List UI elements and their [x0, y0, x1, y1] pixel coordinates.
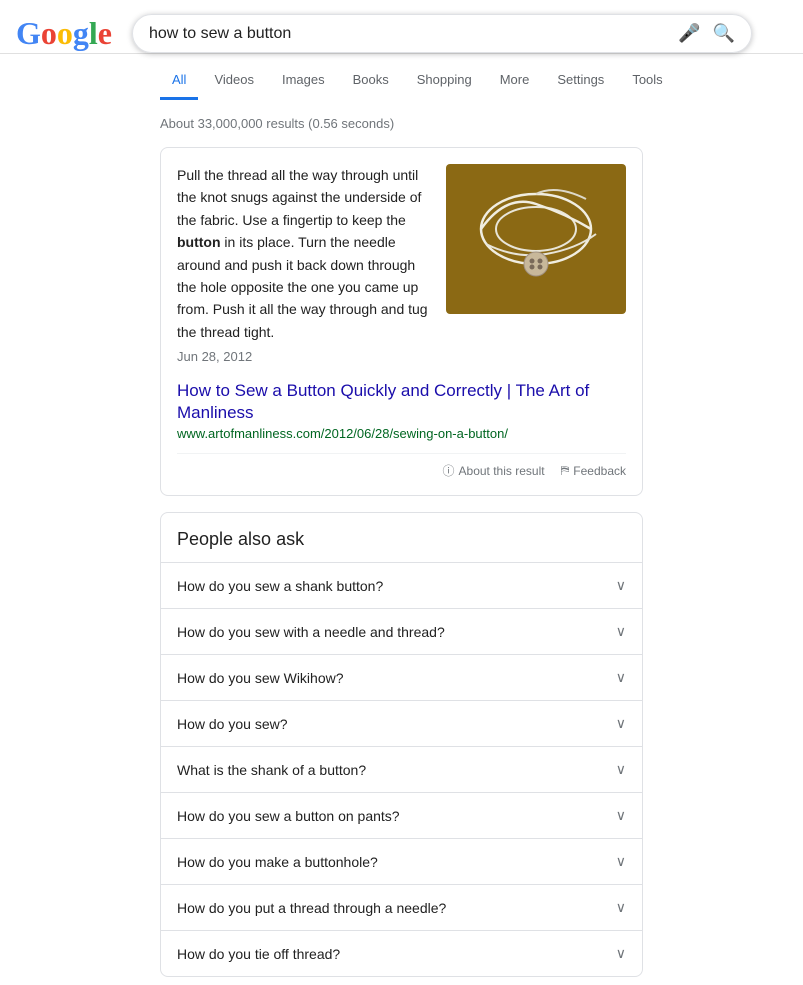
result-url: www.artofmanliness.com/2012/06/28/sewing… — [177, 426, 626, 441]
about-result-text: About this result — [459, 464, 545, 478]
chevron-down-icon-7: ∨ — [616, 899, 626, 916]
paa-item-7[interactable]: How do you put a thread through a needle… — [161, 884, 642, 930]
logo-letter-g2: g — [73, 15, 89, 52]
snippet-text-before: Pull the thread all the way through unti… — [177, 167, 421, 228]
featured-snippet: Pull the thread all the way through unti… — [160, 147, 643, 496]
chevron-down-icon-6: ∨ — [616, 853, 626, 870]
snippet-date: Jun 28, 2012 — [177, 347, 430, 368]
tab-more[interactable]: More — [488, 62, 542, 100]
info-icon: ⓘ — [443, 462, 455, 479]
paa-question-7: How do you put a thread through a needle… — [177, 900, 446, 916]
main-content: About 33,000,000 results (0.56 seconds) … — [0, 100, 803, 977]
chevron-down-icon-1: ∨ — [616, 623, 626, 640]
header: Google how to sew a button 🎤 🔍 — [0, 0, 803, 54]
paa-item-8[interactable]: How do you tie off thread? ∨ — [161, 930, 642, 976]
search-bar[interactable]: how to sew a button 🎤 🔍 — [132, 14, 752, 53]
result-title-link[interactable]: How to Sew a Button Quickly and Correctl… — [177, 381, 589, 422]
tab-shopping[interactable]: Shopping — [405, 62, 484, 100]
logo-letter-o2: o — [57, 15, 73, 52]
chevron-down-icon-0: ∨ — [616, 577, 626, 594]
paa-item-6[interactable]: How do you make a buttonhole? ∨ — [161, 838, 642, 884]
paa-question-6: How do you make a buttonhole? — [177, 854, 378, 870]
chevron-down-icon-4: ∨ — [616, 761, 626, 778]
chevron-down-icon-8: ∨ — [616, 945, 626, 962]
chevron-down-icon-3: ∨ — [616, 715, 626, 732]
paa-question-2: How do you sew Wikihow? — [177, 670, 344, 686]
feedback-button[interactable]: ⛿ Feedback — [561, 463, 626, 478]
about-result-button[interactable]: ⓘ About this result — [443, 462, 545, 479]
feedback-icon: ⛿ — [561, 463, 570, 478]
people-also-ask-box: People also ask How do you sew a shank b… — [160, 512, 643, 977]
logo-letter-o1: o — [41, 15, 57, 52]
paa-question-8: How do you tie off thread? — [177, 946, 340, 962]
chevron-down-icon-2: ∨ — [616, 669, 626, 686]
tab-all[interactable]: All — [160, 62, 198, 100]
paa-item-4[interactable]: What is the shank of a button? ∨ — [161, 746, 642, 792]
tab-tools[interactable]: Tools — [620, 62, 674, 100]
paa-item-2[interactable]: How do you sew Wikihow? ∨ — [161, 654, 642, 700]
logo-letter-e: e — [98, 15, 112, 52]
logo-letter-l: l — [89, 15, 98, 52]
snippet-content: Pull the thread all the way through unti… — [177, 164, 626, 368]
paa-item-0[interactable]: How do you sew a shank button? ∨ — [161, 562, 642, 608]
tab-books[interactable]: Books — [341, 62, 401, 100]
snippet-svg — [456, 174, 616, 304]
paa-question-5: How do you sew a button on pants? — [177, 808, 400, 824]
results-count: About 33,000,000 results (0.56 seconds) — [160, 100, 643, 139]
snippet-bold: button — [177, 234, 221, 250]
nav-tabs: All Videos Images Books Shopping More Se… — [0, 62, 803, 100]
microphone-icon[interactable]: 🎤 — [678, 23, 700, 44]
result-footer: ⓘ About this result ⛿ Feedback — [177, 453, 626, 479]
snippet-image — [446, 164, 626, 314]
nav-right: Settings Tools — [545, 62, 674, 100]
chevron-down-icon-5: ∨ — [616, 807, 626, 824]
search-submit-icon[interactable]: 🔍 — [713, 23, 735, 44]
paa-question-1: How do you sew with a needle and thread? — [177, 624, 445, 640]
paa-question-0: How do you sew a shank button? — [177, 578, 383, 594]
search-input[interactable]: how to sew a button — [149, 25, 678, 43]
paa-item-3[interactable]: How do you sew? ∨ — [161, 700, 642, 746]
paa-question-4: What is the shank of a button? — [177, 762, 366, 778]
logo-letter-g: G — [16, 15, 41, 52]
search-icon-group: 🎤 🔍 — [678, 23, 735, 44]
tab-settings[interactable]: Settings — [545, 62, 616, 100]
paa-item-1[interactable]: How do you sew with a needle and thread?… — [161, 608, 642, 654]
paa-title: People also ask — [161, 513, 642, 562]
tab-images[interactable]: Images — [270, 62, 337, 100]
google-logo: Google — [16, 15, 112, 52]
result-link: How to Sew a Button Quickly and Correctl… — [177, 380, 626, 441]
feedback-text: Feedback — [573, 464, 626, 478]
snippet-text: Pull the thread all the way through unti… — [177, 164, 430, 368]
paa-item-5[interactable]: How do you sew a button on pants? ∨ — [161, 792, 642, 838]
paa-question-3: How do you sew? — [177, 716, 288, 732]
tab-videos[interactable]: Videos — [202, 62, 266, 100]
